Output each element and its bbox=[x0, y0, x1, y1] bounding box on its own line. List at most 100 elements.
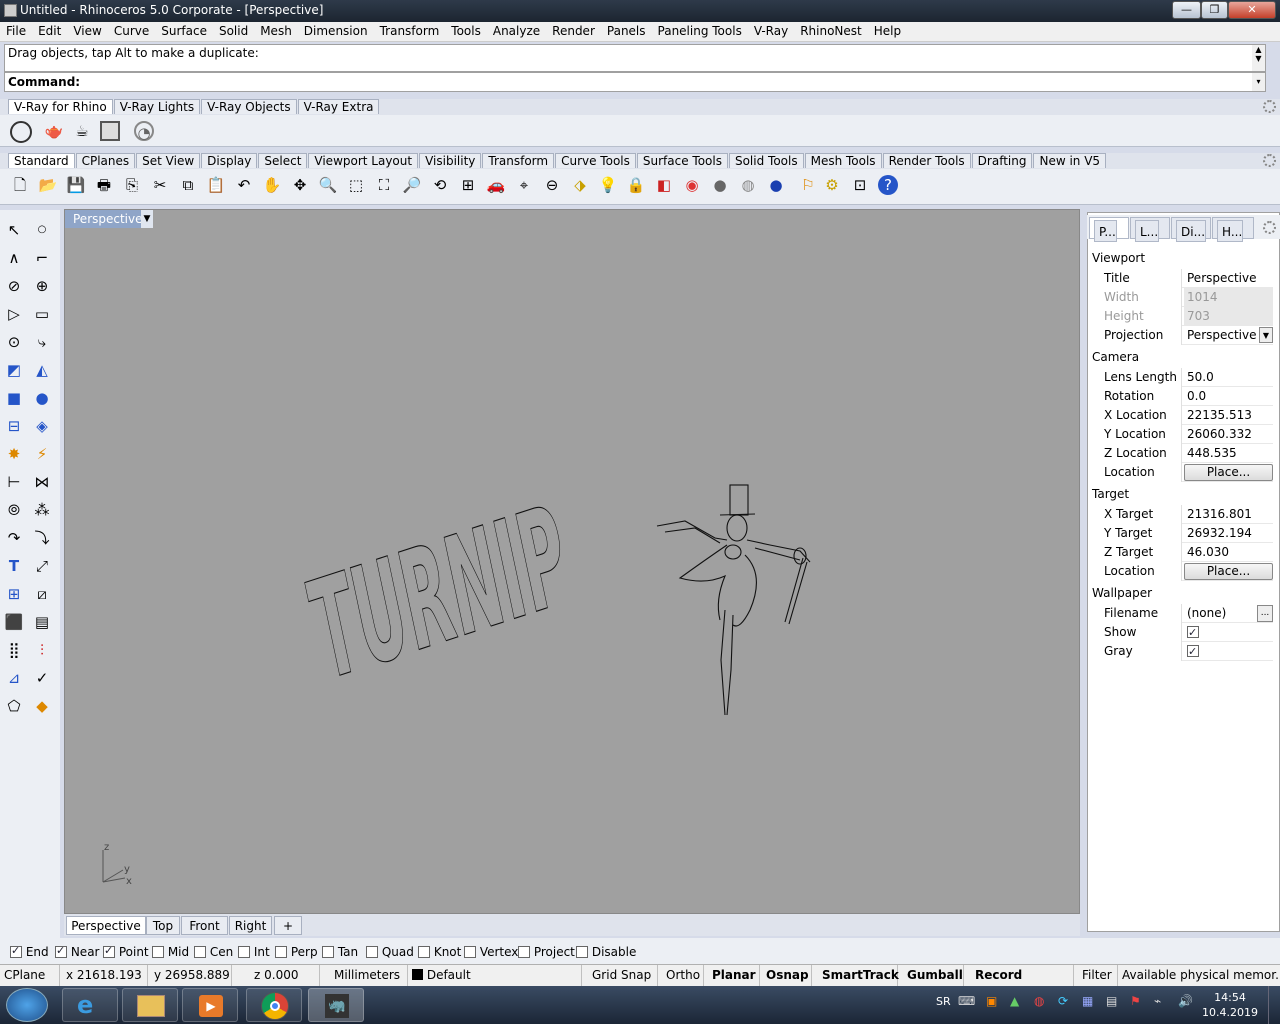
tray-network-icon[interactable]: ▦ bbox=[1082, 994, 1093, 1008]
save-icon[interactable]: 💾 bbox=[66, 175, 86, 195]
osnap-cen[interactable]: Cen bbox=[194, 945, 233, 959]
gear-icon[interactable] bbox=[1263, 154, 1276, 167]
start-button[interactable] bbox=[6, 988, 48, 1022]
menu-view[interactable]: View bbox=[67, 22, 107, 38]
status-grid-snap[interactable]: Grid Snap bbox=[582, 965, 658, 986]
menu-render[interactable]: Render bbox=[546, 22, 601, 38]
tab-set-view[interactable]: Set View bbox=[136, 153, 201, 168]
status-record-history[interactable]: Record History bbox=[964, 965, 1074, 1002]
tab-standard[interactable]: Standard bbox=[8, 153, 75, 168]
curve-icon[interactable]: ⌐ bbox=[32, 248, 52, 268]
fillet-icon[interactable]: ⤷ bbox=[32, 332, 52, 352]
osnap-tan[interactable]: Tan bbox=[322, 945, 358, 959]
box-icon[interactable]: ■ bbox=[4, 388, 24, 408]
array-icon[interactable]: ⊞ bbox=[4, 584, 24, 604]
tray-power-icon[interactable]: ⌁ bbox=[1154, 994, 1161, 1008]
rhino-taskbar-icon[interactable]: 🦏 bbox=[308, 988, 364, 1022]
keyboard-icon[interactable]: ⌨ bbox=[958, 994, 975, 1008]
show-checkbox[interactable] bbox=[1187, 624, 1199, 642]
split-icon[interactable]: ⚡ bbox=[32, 444, 52, 464]
analyze-icon[interactable]: ⊿ bbox=[4, 668, 24, 688]
status-layer[interactable]: Default bbox=[408, 965, 582, 986]
car-named-view-icon[interactable]: 🚗 bbox=[486, 175, 506, 195]
tab-visibility[interactable]: Visibility bbox=[419, 153, 482, 168]
browse-button[interactable]: ... bbox=[1257, 605, 1273, 622]
command-line[interactable]: Command: ▾ bbox=[4, 72, 1266, 92]
x-location-field[interactable]: 22135.513 bbox=[1184, 406, 1273, 425]
color-wheel-icon[interactable]: ◉ bbox=[682, 175, 702, 195]
osnap-disable[interactable]: Disable bbox=[576, 945, 636, 959]
block-icon[interactable]: ⬛ bbox=[4, 612, 24, 632]
menu-file[interactable]: File bbox=[0, 22, 32, 38]
chevron-down-icon[interactable]: ▼ bbox=[1259, 327, 1273, 343]
tab-render-tools[interactable]: Render Tools bbox=[882, 153, 971, 168]
tray-security-icon[interactable]: ◍ bbox=[1034, 994, 1044, 1008]
status-gumball[interactable]: Gumball bbox=[898, 965, 964, 986]
tab-select[interactable]: Select bbox=[258, 153, 308, 168]
rhino-app-icon[interactable] bbox=[4, 4, 17, 17]
tray-sync-icon[interactable]: ⟳ bbox=[1058, 994, 1068, 1008]
tray-flag-icon[interactable]: ⚑ bbox=[1130, 994, 1141, 1008]
teapot-render-icon[interactable]: 🫖 bbox=[44, 121, 64, 141]
language-indicator[interactable]: SR bbox=[936, 995, 951, 1008]
tray-vray-icon[interactable]: ▲ bbox=[1010, 994, 1019, 1008]
undo-icon[interactable]: ↶ bbox=[234, 175, 254, 195]
light-icon[interactable]: ⚐ bbox=[798, 175, 818, 195]
paste-icon[interactable]: 📋 bbox=[206, 175, 226, 195]
shaded-sphere-icon[interactable]: ● bbox=[710, 175, 730, 195]
status-ortho[interactable]: Ortho bbox=[658, 965, 704, 986]
y-location-field[interactable]: 26060.332 bbox=[1184, 425, 1273, 444]
frame-buffer-icon[interactable] bbox=[100, 121, 120, 141]
camera-place-button[interactable]: Place... bbox=[1184, 464, 1273, 481]
menu-solid[interactable]: Solid bbox=[213, 22, 254, 38]
tab-display[interactable]: Display bbox=[201, 153, 258, 168]
status-smarttrack[interactable]: SmartTrack bbox=[812, 965, 899, 986]
trim-icon[interactable]: ⊢ bbox=[4, 472, 24, 492]
tab-drafting[interactable]: Drafting bbox=[971, 153, 1033, 168]
zoom-selected-icon[interactable]: 🔎 bbox=[402, 175, 422, 195]
osnap-mid[interactable]: Mid bbox=[152, 945, 189, 959]
status-units[interactable]: Millimeters bbox=[320, 965, 408, 986]
osnap-knot[interactable]: Knot bbox=[418, 945, 461, 959]
status-cplane[interactable]: CPlane bbox=[0, 965, 60, 986]
render-tools-icon[interactable]: ◆ bbox=[32, 696, 52, 716]
tab-right[interactable]: Right bbox=[229, 916, 272, 935]
tab-surface-tools[interactable]: Surface Tools bbox=[636, 153, 728, 168]
menu-curve[interactable]: Curve bbox=[108, 22, 155, 38]
z-target-field[interactable]: 46.030 bbox=[1184, 543, 1273, 562]
menu-vray[interactable]: V-Ray bbox=[748, 22, 794, 38]
layer-icon[interactable]: ◧ bbox=[654, 175, 674, 195]
cut-icon[interactable]: ✂ bbox=[150, 175, 170, 195]
tab-display[interactable]: 🖵 Di... bbox=[1171, 217, 1211, 242]
rotate-view-icon[interactable]: ✥ bbox=[290, 175, 310, 195]
interactive-render-icon[interactable]: ☕ bbox=[72, 121, 92, 141]
tab-mesh-tools[interactable]: Mesh Tools bbox=[804, 153, 882, 168]
maximize-button[interactable]: ❐ bbox=[1201, 1, 1228, 19]
cylinder-icon[interactable]: ⊟ bbox=[4, 416, 24, 436]
osnap-point[interactable]: Point bbox=[103, 944, 149, 959]
menu-mesh[interactable]: Mesh bbox=[254, 22, 298, 38]
z-location-field[interactable]: 448.535 bbox=[1184, 444, 1273, 463]
explode-icon[interactable]: ✸ bbox=[4, 444, 24, 464]
zoom-icon[interactable]: 🔍 bbox=[318, 175, 338, 195]
circle-icon[interactable]: ⊘ bbox=[4, 276, 24, 296]
select-arrow-icon[interactable]: ↖ bbox=[4, 220, 24, 240]
sphere-union-icon[interactable]: ● bbox=[32, 388, 52, 408]
select-filter-icon[interactable]: ⬗ bbox=[570, 175, 590, 195]
minimize-button[interactable]: — bbox=[1172, 1, 1201, 19]
menu-transform[interactable]: Transform bbox=[374, 22, 446, 38]
four-viewports-icon[interactable]: ⊞ bbox=[458, 175, 478, 195]
tab-solid-tools[interactable]: Solid Tools bbox=[728, 153, 804, 168]
menu-dimension[interactable]: Dimension bbox=[298, 22, 374, 38]
osnap-end[interactable]: End bbox=[10, 944, 49, 959]
offset-icon[interactable]: ↷ bbox=[4, 528, 24, 548]
command-scroll[interactable]: ▾ bbox=[1252, 73, 1265, 91]
vray-logo-icon[interactable] bbox=[10, 121, 32, 143]
tab-curve-tools[interactable]: Curve Tools bbox=[555, 153, 636, 168]
tab-help[interactable]: ▣ H... bbox=[1212, 217, 1254, 242]
close-button[interactable]: ✕ bbox=[1228, 1, 1276, 19]
arc-icon[interactable]: ⊙ bbox=[4, 332, 24, 352]
history-scrollbar[interactable]: ▲ ▼ bbox=[1252, 45, 1265, 71]
boolean-icon[interactable]: ⦾ bbox=[4, 500, 24, 520]
undo-view-icon[interactable]: ⟲ bbox=[430, 175, 450, 195]
